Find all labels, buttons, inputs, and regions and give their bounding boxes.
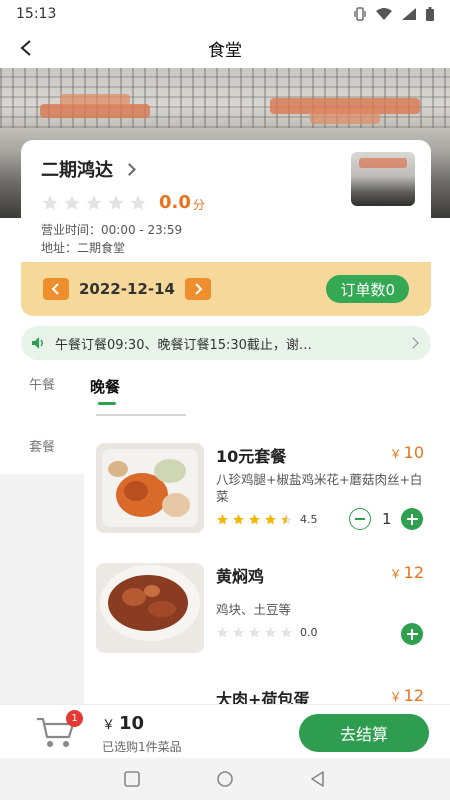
back-arrow-icon (20, 40, 31, 56)
star-filled-icon (265, 514, 276, 525)
home-icon[interactable] (216, 770, 234, 788)
dish-price: ￥ 12 (389, 686, 424, 704)
star-empty-icon (64, 195, 80, 210)
dish-description: 八珍鸡腿+椒盐鸡米花+蘑菇肉丝+白菜 (216, 472, 423, 504)
back-triangle-icon[interactable] (309, 770, 327, 788)
cart-count-badge: 1 (66, 710, 83, 727)
sidebar-empty-area (0, 474, 84, 704)
dish-item[interactable]: 大肉+荷包蛋 ￥ 12 (96, 686, 430, 704)
nav-bar: 食堂 (0, 28, 450, 68)
shop-stars (41, 194, 147, 212)
notice-banner[interactable]: 午餐订餐09:30、晚餐订餐15:30截止，谢… (21, 326, 431, 360)
tab-dinner[interactable]: 晚餐 (90, 376, 120, 397)
dish-quantity: 1 (382, 510, 392, 528)
category-sidebar: 午餐 套餐 (0, 370, 84, 704)
star-empty-icon (217, 627, 228, 638)
decrease-quantity-button[interactable] (349, 508, 371, 530)
sidebar-item-label: 午餐 (28, 378, 55, 393)
chevron-right-icon (195, 283, 203, 295)
cart-bar: 1 ￥ 10 已选购1件菜品 去结算 (0, 704, 450, 758)
shop-rating-value: 0.0 (159, 192, 191, 213)
dish-price: ￥ 10 (389, 443, 424, 462)
vibrate-icon (354, 7, 366, 21)
chevron-right-icon (407, 337, 419, 349)
star-filled-icon (217, 514, 228, 525)
shop-hours: 营业时间：00:00 - 23:59 (41, 223, 183, 237)
star-half-icon (281, 514, 292, 525)
dish-rating: 0.0 (216, 626, 318, 639)
date-selector: 2022-12-14 订单数0 (21, 262, 431, 316)
meal-tabs: 晚餐 (84, 370, 450, 416)
dish-item[interactable]: 黄焖鸡 ￥ 12 鸡块、土豆等 0.0 (96, 563, 430, 659)
dish-name: 黄焖鸡 (216, 567, 265, 586)
signal-icon (402, 8, 416, 20)
star-empty-icon (108, 195, 124, 210)
page-title: 食堂 (208, 40, 242, 61)
dish-image (96, 443, 204, 533)
star-empty-icon (249, 627, 260, 638)
cart-summary: 已选购1件菜品 (102, 740, 182, 754)
dish-image (96, 563, 204, 653)
star-filled-icon (249, 514, 260, 525)
prev-date-button[interactable] (43, 278, 69, 300)
add-to-cart-button[interactable] (401, 623, 423, 645)
shop-thumbnail[interactable] (351, 152, 415, 206)
add-to-cart-button[interactable] (401, 508, 423, 530)
star-empty-icon (265, 627, 276, 638)
chevron-left-icon (51, 283, 59, 295)
sidebar-item-set-meal[interactable]: 套餐 (0, 420, 84, 470)
canteen-sign-image (40, 94, 420, 124)
system-nav-bar (0, 758, 450, 800)
order-count-button[interactable]: 订单数0 (326, 275, 409, 303)
notice-text: 午餐订餐09:30、晚餐订餐15:30截止，谢… (55, 337, 312, 353)
speaker-icon (32, 337, 43, 349)
star-empty-icon (281, 627, 292, 638)
sidebar-item-lunch[interactable]: 午餐 (0, 370, 84, 400)
checkout-button[interactable]: 去结算 (299, 714, 429, 752)
back-button[interactable] (12, 34, 40, 62)
tab-active-indicator (98, 402, 116, 405)
status-bar: 15:13 (0, 0, 450, 28)
star-filled-icon (233, 514, 244, 525)
shop-name: 二期鸿达 (41, 160, 113, 181)
star-empty-icon (130, 195, 146, 210)
shop-address: 地址：二期食堂 (41, 241, 126, 255)
dish-item[interactable]: 10元套餐 ￥ 10 八珍鸡腿+椒盐鸡米花+蘑菇肉丝+白菜 4.5 1 (96, 443, 430, 539)
star-empty-icon (86, 195, 102, 210)
dish-rating: 4.5 (216, 513, 318, 526)
star-empty-icon (233, 627, 244, 638)
star-empty-icon (42, 195, 58, 210)
dish-description: 鸡块、土豆等 (216, 602, 292, 617)
dish-score: 4.5 (300, 513, 318, 526)
shop-info-card: 二期鸿达 0.0 分 营业时间：00:00 - 23:59 地址：二期食堂 (21, 140, 431, 262)
status-icons (354, 7, 434, 21)
current-date: 2022-12-14 (79, 280, 175, 298)
shop-rating-unit: 分 (192, 198, 205, 212)
battery-icon (426, 7, 434, 21)
divider (96, 414, 186, 416)
sidebar-item-label: 套餐 (28, 439, 55, 455)
next-date-button[interactable] (184, 278, 211, 300)
dish-score: 0.0 (300, 626, 318, 639)
chevron-right-icon (123, 162, 136, 176)
status-time: 15:13 (16, 6, 57, 22)
wifi-icon (376, 8, 392, 20)
dish-price: ￥ 12 (389, 563, 424, 582)
cart-total: ￥ 10 (102, 713, 145, 734)
recent-apps-icon[interactable] (123, 770, 141, 788)
dish-name: 10元套餐 (216, 447, 287, 466)
dish-name: 大肉+荷包蛋 (216, 690, 310, 704)
